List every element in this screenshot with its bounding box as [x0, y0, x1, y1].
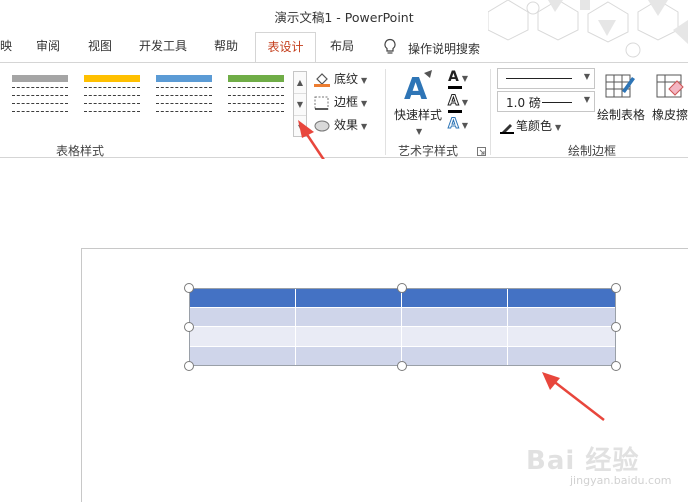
text-fill-button[interactable]: A ▼ — [448, 69, 478, 89]
quick-styles-button[interactable]: 快速样式 ▼ — [394, 106, 442, 137]
resize-handle-top-right[interactable] — [611, 283, 621, 293]
draw-table-icon[interactable] — [604, 71, 636, 101]
pen-weight-select[interactable]: 1.0 磅 ▼ — [497, 91, 595, 112]
resize-handle-right[interactable] — [611, 322, 621, 332]
chevron-down-icon: ▼ — [461, 74, 468, 83]
tab-developer[interactable]: 开发工具 — [134, 32, 192, 62]
pen-style-select[interactable]: ▼ — [497, 68, 595, 89]
borders-icon — [314, 96, 329, 110]
table-cell[interactable] — [296, 327, 402, 346]
table-style-gold[interactable] — [84, 75, 140, 119]
pen-icon — [500, 123, 514, 134]
tab-layout[interactable]: 布局 — [324, 32, 360, 62]
borders-button[interactable]: 边框 ▼ — [314, 92, 367, 112]
tab-slideshow[interactable]: 映 — [0, 32, 14, 62]
resize-handle-bottom[interactable] — [397, 361, 407, 371]
table-cell[interactable] — [190, 347, 296, 365]
table-cell[interactable] — [402, 327, 508, 346]
shading-button[interactable]: 底纹 ▼ — [314, 69, 367, 89]
title-bar: 演示文稿1 - PowerPoint — [0, 0, 688, 58]
table-row[interactable] — [190, 326, 615, 346]
group-separator — [385, 69, 386, 155]
resize-handle-top-left[interactable] — [184, 283, 194, 293]
svg-text:A: A — [404, 72, 428, 105]
table-cell[interactable] — [190, 327, 296, 346]
resize-handle-top[interactable] — [397, 283, 407, 293]
lightbulb-icon[interactable] — [382, 38, 398, 56]
eraser-icon[interactable] — [655, 71, 687, 101]
table-cell[interactable] — [508, 327, 615, 346]
table-cell[interactable] — [190, 289, 296, 307]
resize-handle-bottom-right[interactable] — [611, 361, 621, 371]
table-object[interactable] — [189, 288, 616, 366]
chevron-down-icon: ▼ — [461, 121, 468, 130]
table-cell[interactable] — [296, 347, 402, 365]
text-effects-icon: A — [448, 116, 460, 133]
table-cell[interactable] — [402, 308, 508, 326]
pen-color-button[interactable]: 笔颜色 ▼ — [500, 116, 561, 136]
gallery-scroll-up-icon[interactable]: ▲ — [294, 72, 306, 93]
resize-handle-left[interactable] — [184, 322, 194, 332]
dialog-launcher-icon[interactable] — [477, 147, 486, 156]
chevron-down-icon: ▼ — [583, 72, 590, 81]
pen-color-label: 笔颜色 — [516, 119, 553, 133]
resize-handle-bottom-left[interactable] — [184, 361, 194, 371]
eraser-button[interactable]: 橡皮擦 — [652, 106, 688, 123]
ribbon-tabs: 映 审阅 视图 开发工具 帮助 表设计 布局 — [0, 32, 688, 63]
group-separator — [490, 69, 491, 155]
watermark-url: jingyan.baidu.com — [570, 474, 672, 487]
pen-weight-value: 1.0 磅 — [506, 96, 541, 110]
shading-label: 底纹 — [334, 72, 359, 86]
tab-table-design[interactable]: 表设计 — [255, 32, 316, 63]
text-fill-icon: A — [448, 69, 459, 85]
tab-help[interactable]: 帮助 — [208, 32, 244, 62]
group-label-table-styles: 表格样式 — [56, 144, 105, 158]
watermark-logo: Bai 经验 — [526, 446, 640, 476]
tab-view[interactable]: 视图 — [82, 32, 118, 62]
gallery-scroll-down-icon[interactable]: ▼ — [294, 93, 306, 114]
borders-label: 边框 — [334, 95, 359, 109]
chevron-down-icon: ▼ — [361, 99, 368, 108]
table-cell[interactable] — [508, 289, 615, 307]
chevron-down-icon: ▼ — [555, 123, 562, 132]
quick-styles-icon[interactable]: A — [402, 69, 436, 105]
text-outline-icon: A — [448, 93, 460, 110]
chevron-down-icon: ▼ — [361, 76, 368, 85]
table-cell[interactable] — [508, 347, 615, 365]
chevron-down-icon: ▼ — [361, 122, 368, 131]
table-cell[interactable] — [296, 308, 402, 326]
paint-bucket-icon — [314, 72, 330, 87]
chevron-down-icon: ▼ — [583, 95, 590, 104]
text-outline-button[interactable]: A ▼ — [448, 93, 478, 113]
table-cell[interactable] — [402, 289, 508, 307]
chevron-down-icon: ▼ — [416, 127, 423, 136]
group-label-draw-borders: 绘制边框 — [568, 144, 617, 158]
table-cell[interactable] — [508, 308, 615, 326]
quick-styles-label: 快速样式 — [394, 108, 443, 122]
tab-review[interactable]: 审阅 — [30, 32, 66, 62]
table-cell[interactable] — [190, 308, 296, 326]
draw-table-button[interactable]: 绘制表格 — [597, 106, 645, 123]
table-style-green[interactable] — [228, 75, 284, 119]
table-style-blue[interactable] — [156, 75, 212, 119]
table-cell[interactable] — [402, 347, 508, 365]
group-label-wordart-styles: 艺术字样式 — [398, 144, 459, 158]
table-style-gray[interactable] — [12, 75, 68, 119]
chevron-down-icon: ▼ — [461, 98, 468, 107]
table-cell[interactable] — [296, 289, 402, 307]
table-row[interactable] — [190, 307, 615, 326]
text-effects-button[interactable]: A ▼ — [448, 116, 478, 136]
tell-me-search[interactable]: 操作说明搜索 — [408, 40, 480, 57]
annotation-arrow-icon — [542, 372, 605, 421]
